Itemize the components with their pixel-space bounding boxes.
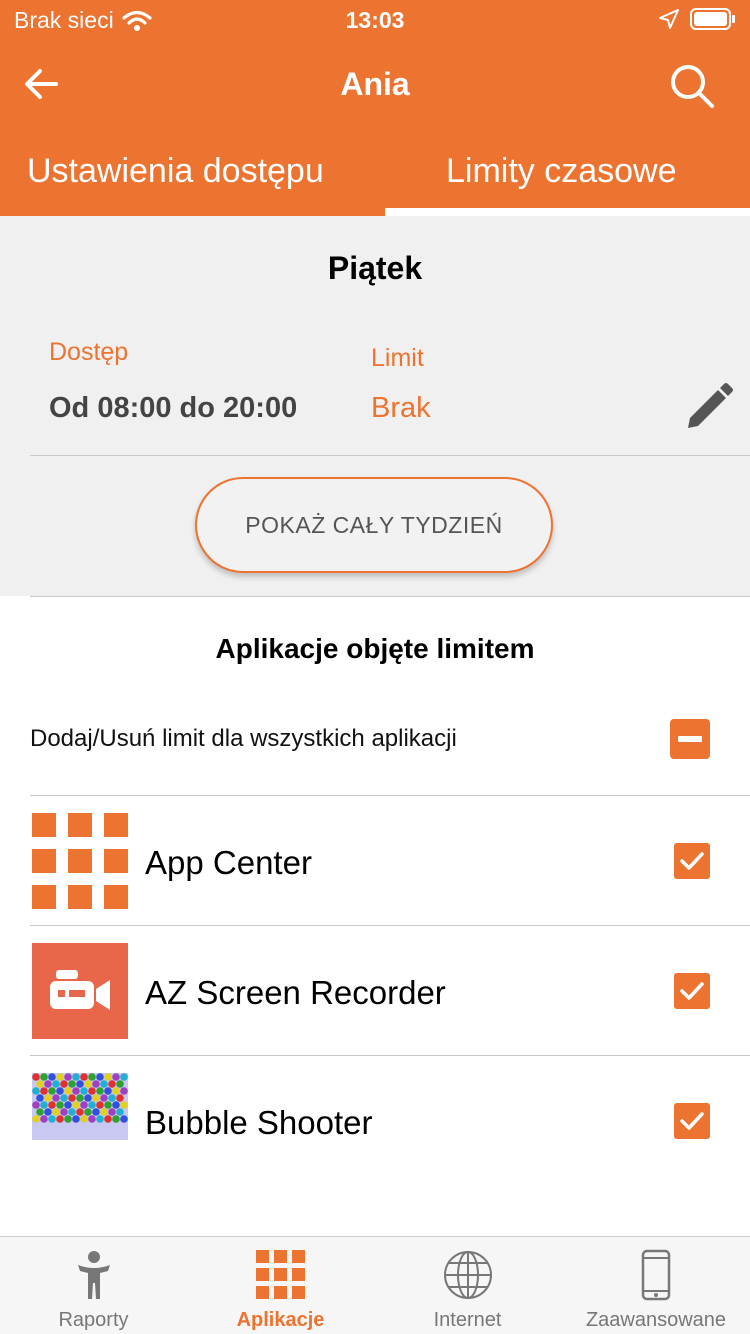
app-name: Bubble Shooter xyxy=(145,1104,373,1141)
status-bar: Brak sieci 13:03 xyxy=(0,0,750,40)
az-screen-recorder-icon xyxy=(32,943,128,1039)
limit-value: Brak xyxy=(371,392,431,424)
nav-bar: Ania xyxy=(0,40,750,130)
status-time: 13:03 xyxy=(345,7,405,33)
person-icon xyxy=(77,1251,110,1299)
app-limit-checkbox[interactable] xyxy=(674,1103,710,1139)
battery-icon xyxy=(690,8,735,30)
tab-bar-top: Ustawienia dostępu Limity czasowe xyxy=(0,130,750,216)
phone-icon xyxy=(641,1249,671,1301)
app-limit-checkbox[interactable] xyxy=(674,843,710,879)
access-value: Od 08:00 do 20:00 xyxy=(49,392,298,424)
active-tab-indicator xyxy=(385,208,750,216)
limit-label: Limit xyxy=(371,344,424,372)
tab-access-settings[interactable]: Ustawienia dostępu xyxy=(27,152,324,191)
divider xyxy=(30,596,750,597)
bottom-nav-apps[interactable]: Aplikacje xyxy=(187,1237,374,1334)
bubble-shooter-icon xyxy=(32,1073,128,1140)
status-indicators xyxy=(658,8,736,30)
app-name: AZ Screen Recorder xyxy=(145,974,446,1011)
list-item[interactable]: AZ Screen Recorder xyxy=(0,926,750,1056)
apps-grid-icon xyxy=(255,1250,305,1299)
bottom-nav-label: Zaawansowane xyxy=(585,1309,727,1331)
bottom-nav-advanced[interactable]: Zaawansowane xyxy=(562,1237,750,1334)
divider xyxy=(30,455,750,456)
list-item[interactable]: App Center xyxy=(0,796,750,926)
tab-time-limits[interactable]: Limity czasowe xyxy=(446,152,677,191)
access-label: Dostęp xyxy=(49,338,129,366)
list-item[interactable]: Bubble Shooter xyxy=(0,1056,750,1186)
day-title: Piątek xyxy=(327,250,423,286)
edit-pencil-icon[interactable] xyxy=(680,380,736,436)
show-whole-week-button[interactable]: POKAŻ CAŁY TYDZIEŃ xyxy=(195,477,553,573)
bottom-nav: Raporty Aplikacje Internet Zaawansowane xyxy=(0,1236,750,1334)
apps-section-title: Aplikacje objęte limitem xyxy=(215,633,535,664)
location-arrow-icon xyxy=(659,9,679,29)
bottom-nav-label: Internet xyxy=(433,1309,502,1331)
toggle-all-apps-label: Dodaj/Usuń limit dla wszystkich aplikacj… xyxy=(30,725,457,752)
bottom-nav-label: Raporty xyxy=(58,1309,129,1331)
search-icon[interactable] xyxy=(668,62,716,110)
page-title: Ania xyxy=(340,66,410,102)
toggle-all-apps-checkbox[interactable] xyxy=(670,719,710,759)
day-section: Piątek Dostęp Od 08:00 do 20:00 Limit Br… xyxy=(0,216,750,596)
bottom-nav-reports[interactable]: Raporty xyxy=(0,1237,187,1334)
app-limit-checkbox[interactable] xyxy=(674,973,710,1009)
app-center-icon xyxy=(32,813,128,909)
bottom-nav-label: Aplikacje xyxy=(236,1309,325,1331)
globe-icon xyxy=(443,1251,492,1299)
bottom-nav-internet[interactable]: Internet xyxy=(374,1237,561,1334)
app-name: App Center xyxy=(145,844,312,881)
